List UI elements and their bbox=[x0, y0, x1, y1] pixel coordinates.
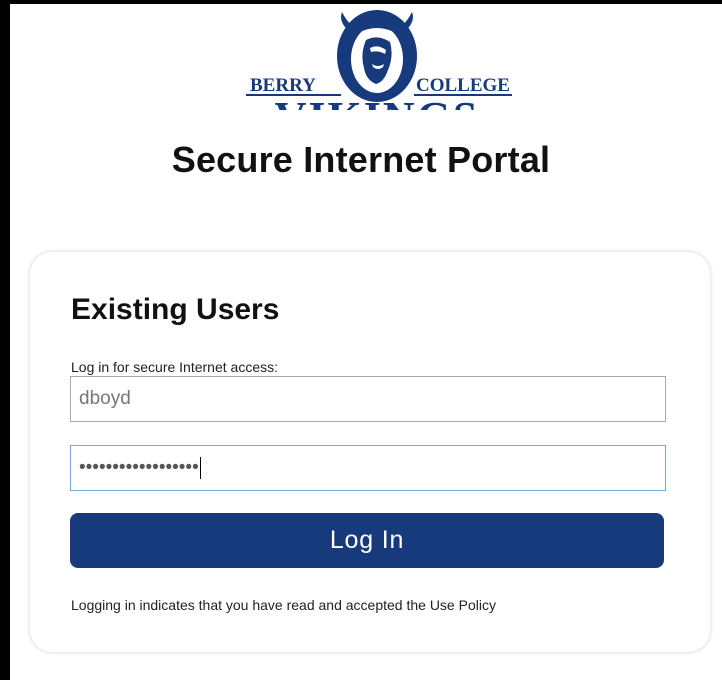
use-policy-text: Logging in indicates that you have read … bbox=[71, 597, 496, 613]
login-instruction-label: Log in for secure Internet access: bbox=[71, 359, 278, 375]
page-title: Secure Internet Portal bbox=[171, 139, 551, 180]
username-field[interactable]: dboyd bbox=[70, 376, 666, 422]
login-button[interactable]: Log In bbox=[70, 513, 664, 568]
existing-users-heading: Existing Users bbox=[71, 293, 280, 326]
logo-vikings-text: VIKINGS bbox=[275, 93, 480, 110]
portal-page: BERRY COLLEGE VIKINGS Secure Internet Po… bbox=[10, 4, 722, 680]
password-field[interactable]: •••••••••••••••••• bbox=[70, 445, 666, 491]
berry-college-vikings-logo: BERRY COLLEGE VIKINGS bbox=[238, 4, 516, 110]
username-value: dboyd bbox=[79, 388, 131, 409]
login-card: Existing Users Log in for secure Interne… bbox=[30, 252, 710, 652]
text-cursor bbox=[199, 456, 201, 479]
password-value: •••••••••••••••••• bbox=[79, 457, 199, 478]
